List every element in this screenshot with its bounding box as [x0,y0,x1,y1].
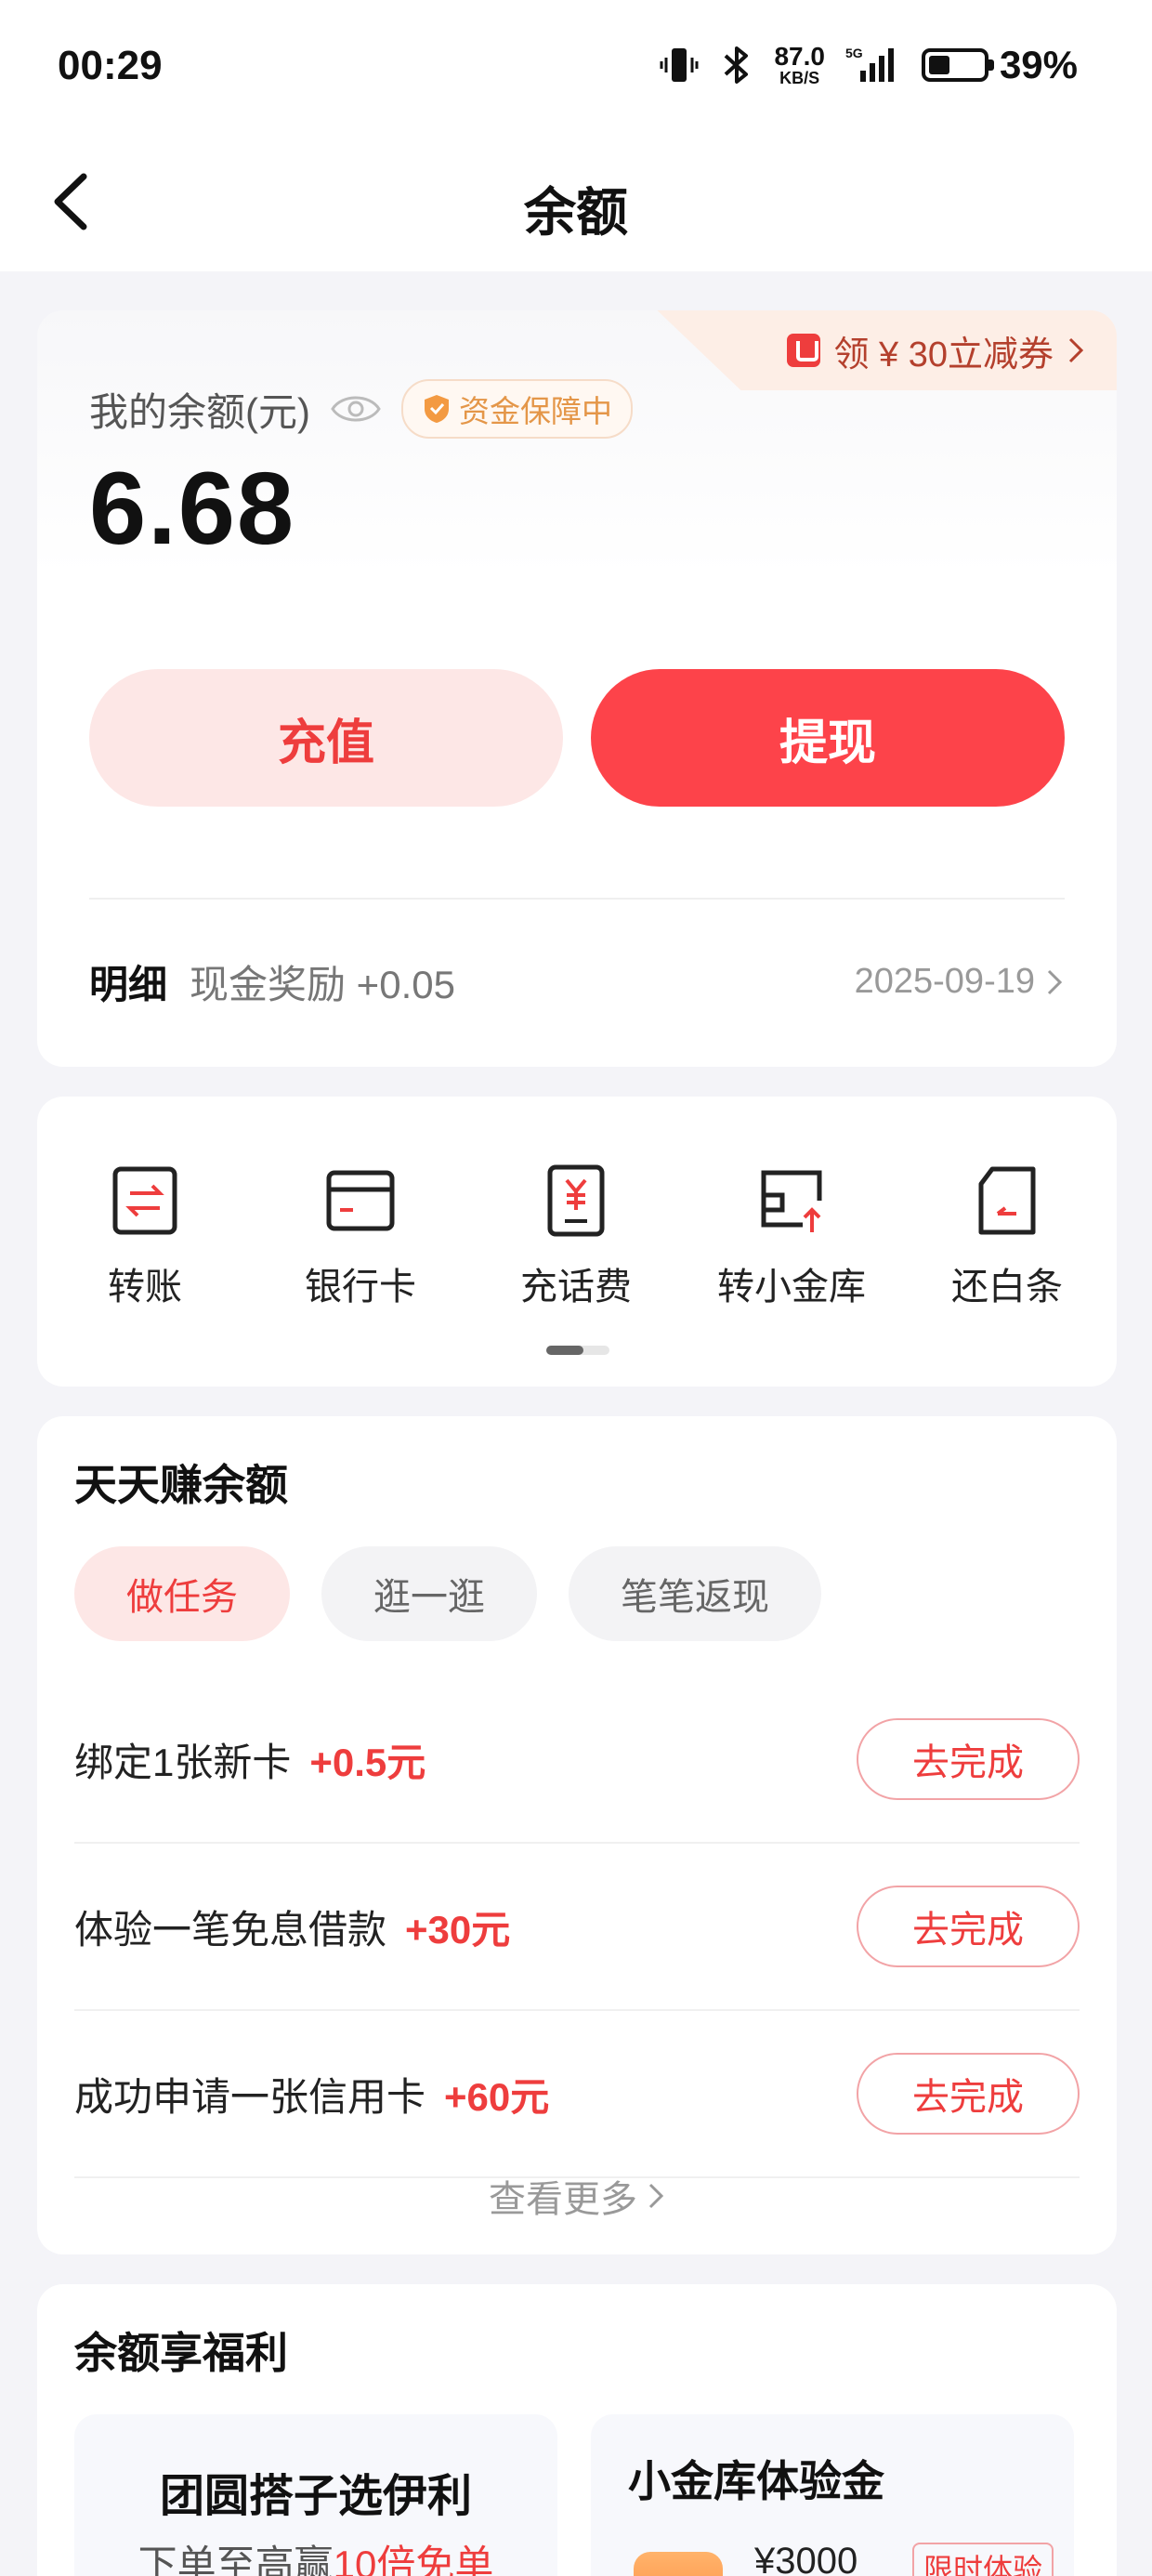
vault-transfer-icon [761,1170,822,1232]
limited-tag: 限时体验 [912,2543,1054,2576]
task-tabs: 做任务 逛一逛 笔笔返现 [74,1546,821,1641]
shortcut-repay[interactable]: 还白条 [899,1163,1115,1310]
guarantee-text: 资金保障中 [458,394,612,428]
guarantee-badge[interactable]: 资金保障中 [400,379,633,439]
task-reward: +30元 [405,1907,511,1952]
shortcuts-card: 转账 银行卡 充话费 转小金库 还白条 [37,1097,1117,1387]
view-more-label: 查看更多 [489,2179,637,2220]
status-time: 00:29 [58,43,163,88]
complete-task-button[interactable]: 去完成 [857,2053,1080,2135]
tab-cashback[interactable]: 笔笔返现 [569,1546,821,1641]
promo-card-vault[interactable]: 小金库体验金 ¥3000 限时体验 [591,2414,1074,2576]
transfer-icon [112,1166,177,1235]
tab-browse[interactable]: 逛一逛 [321,1546,537,1641]
balance-amount: 6.68 [89,452,296,566]
shortcut-transfer[interactable]: 转账 [37,1163,253,1310]
earn-tasks-card: 天天赚余额 做任务 逛一逛 笔笔返现 绑定1张新卡 +0.5元 去完成 体验一笔… [37,1416,1117,2254]
page-title: 余额 [524,183,628,242]
complete-task-button[interactable]: 去完成 [857,1886,1080,1967]
task-row: 成功申请一张信用卡 +60元 去完成 [74,2011,1080,2178]
bank-card-icon [326,1170,395,1231]
net-speed: 87.0 KB/S [774,42,825,87]
detail-row[interactable]: 明细 现金奖励 +0.05 2025-09-19 [89,953,1065,1010]
status-icons: 87.0 KB/S 5G 39% [659,43,1078,87]
promo-subtitle: 下单至高赢10倍免单 [137,2543,494,2576]
nav-bar: 余额 [0,136,1152,271]
shortcut-label: 银行卡 [305,1267,416,1308]
detail-text: 现金奖励 +0.05 [190,963,455,1006]
vibrate-icon [660,48,699,82]
recharge-button[interactable]: 充值 [89,669,563,807]
shortcut-label: 转小金库 [717,1267,866,1308]
task-reward: +60元 [444,2074,550,2119]
shortcut-label: 充话费 [520,1267,632,1308]
detail-date: 2025-09-19 [854,962,1035,1001]
tab-do-tasks[interactable]: 做任务 [74,1546,290,1641]
chevron-right-icon [1068,337,1084,363]
status-bar: 00:29 87.0 KB/S 5G 39% [0,0,1152,136]
task-row: 体验一笔免息借款 +30元 去完成 [74,1844,1080,2011]
eye-icon[interactable] [329,390,383,427]
coupon-label: 领 ¥ 30立减券 [833,335,1054,375]
shortcut-bank-card[interactable]: 银行卡 [253,1163,468,1310]
withdraw-button[interactable]: 提现 [591,669,1065,807]
coupon-icon [787,334,821,367]
shortcut-phone-recharge[interactable]: 充话费 [468,1163,684,1310]
signal-5g-icon: 5G [845,46,894,82]
battery-icon [921,48,994,82]
promo-title: 团圆搭子选伊利 [159,2472,472,2521]
vault-gold-icon [634,2552,723,2576]
svg-text:5G: 5G [845,46,863,60]
task-row: 绑定1张新卡 +0.5元 去完成 [74,1676,1080,1844]
balance-label-row: 我的余额(元) 资金保障中 [89,379,633,439]
task-name: 体验一笔免息借款 [74,1907,387,1952]
chevron-right-icon [648,2183,664,2209]
shortcut-label: 还白条 [951,1267,1063,1308]
repay-icon [978,1166,1036,1235]
page-indicator [546,1346,609,1355]
section-title: 天天赚余额 [74,1461,288,1509]
view-more-link[interactable]: 查看更多 [37,2169,1117,2223]
detail-label: 明细 [89,963,168,1006]
battery: 39% [921,43,1078,87]
promo-card-yili[interactable]: 团圆搭子选伊利 下单至高赢10倍免单 [74,2414,557,2576]
shield-icon [424,395,449,423]
phone-recharge-icon [547,1164,605,1237]
shortcut-vault-transfer[interactable]: 转小金库 [684,1163,899,1310]
task-name: 绑定1张新卡 [74,1740,292,1784]
divider [89,898,1065,900]
task-reward: +0.5元 [309,1740,426,1784]
task-name: 成功申请一张信用卡 [74,2074,426,2119]
complete-task-button[interactable]: 去完成 [857,1718,1080,1800]
balance-card: 领 ¥ 30立减券 我的余额(元) 资金保障中 6.68 充值 提现 明细 现金… [37,310,1117,1067]
chevron-right-icon [1047,969,1063,994]
section-title: 余额享福利 [74,2329,288,2377]
coupon-banner[interactable]: 领 ¥ 30立减券 [657,310,1117,390]
balance-label: 我的余额(元) [89,389,310,434]
benefits-card: 余额享福利 团圆搭子选伊利 下单至高赢10倍免单 小金库体验金 ¥3000 限时… [37,2284,1117,2576]
promo-title: 小金库体验金 [628,2457,884,2505]
shortcut-label: 转账 [108,1267,182,1308]
bluetooth-icon [725,46,749,84]
experience-amount: ¥3000 [754,2541,858,2576]
